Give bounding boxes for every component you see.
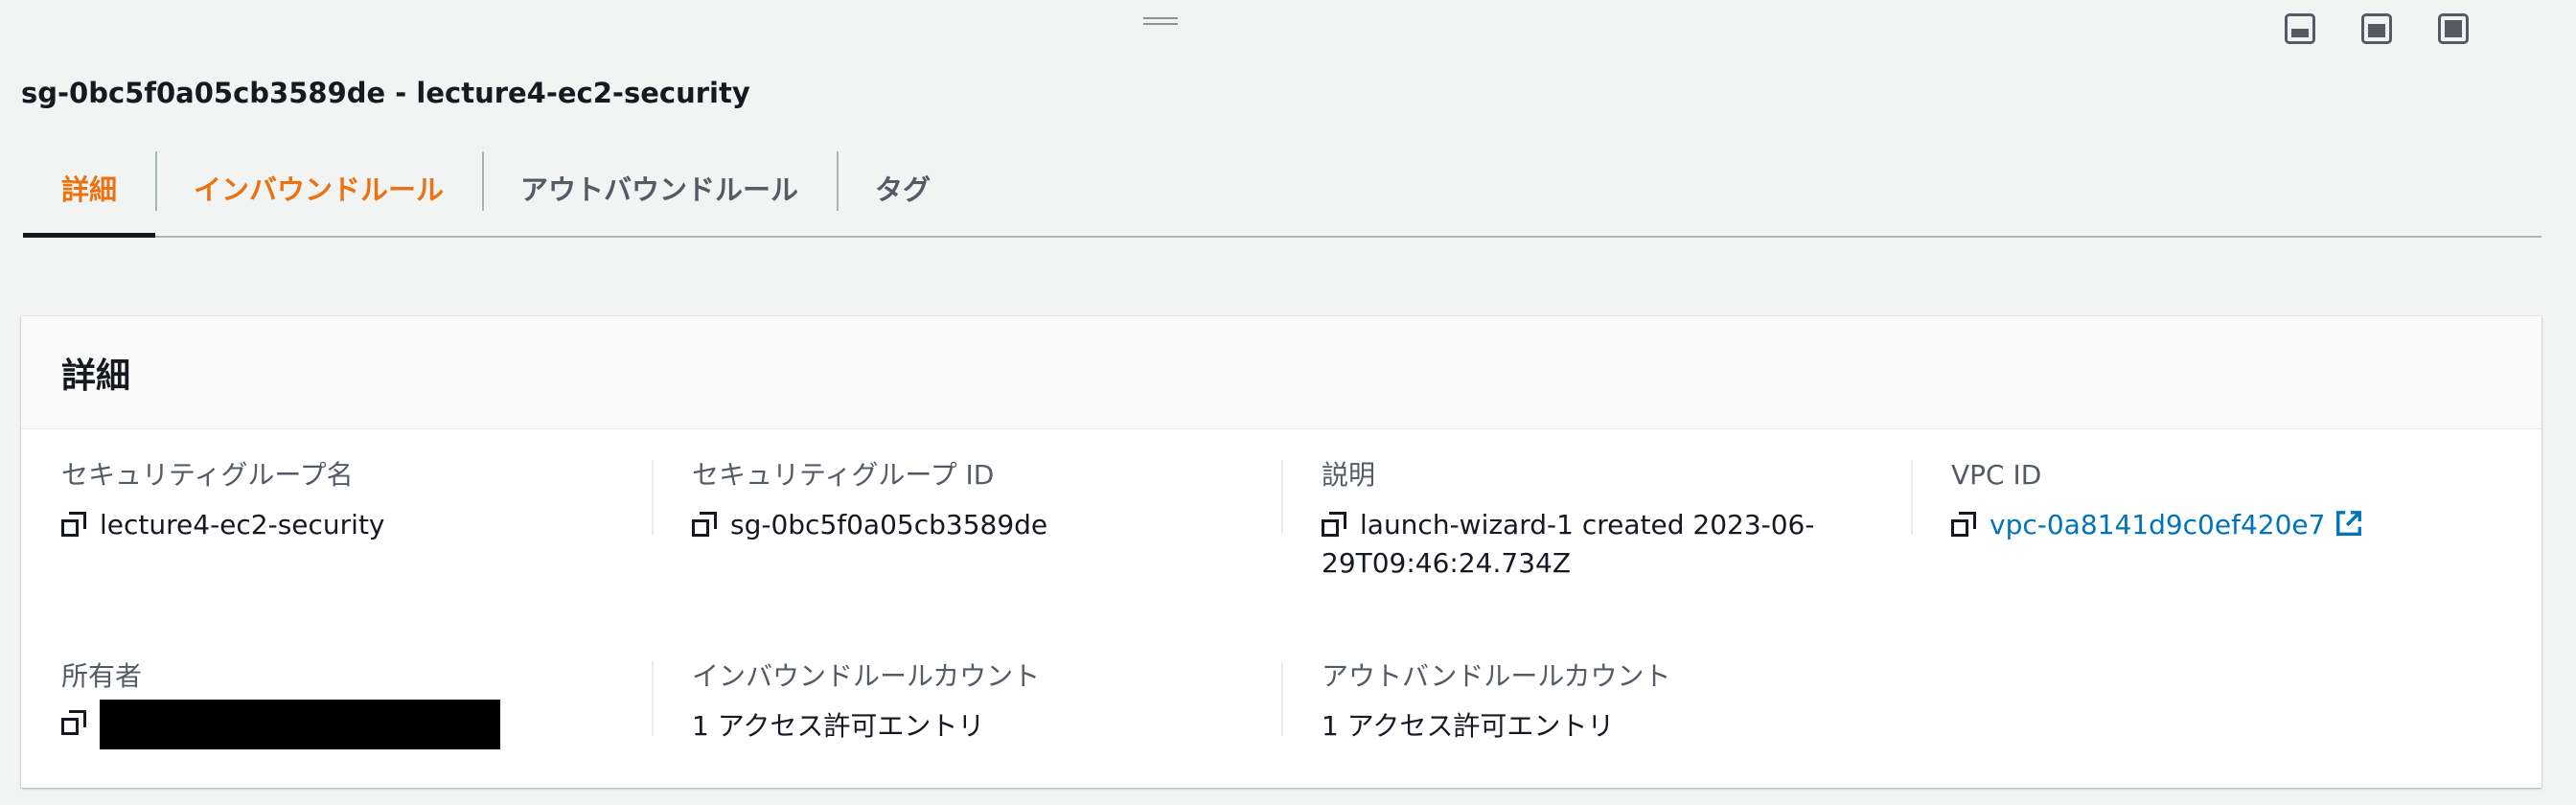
panel-controls [2285,13,2469,44]
description-value-line1: launch-wizard-1 created 2023-06- [1360,509,1815,540]
tab-inbound-rules[interactable]: インバウンドルール [155,140,482,236]
panel-full-icon[interactable] [2438,13,2469,44]
tab-details[interactable]: 詳細 [23,140,156,238]
tab-tags[interactable]: タグ [837,140,969,236]
details-card: 詳細 セキュリティグループ名 lecture4-ec2-security セキュ… [21,316,2542,788]
field-description: 説明 launch-wizard-1 created 2023-06- 29T09… [1322,458,1916,583]
field-label: セキュリティグループ ID [692,459,995,491]
copy-icon[interactable] [692,512,717,537]
copy-icon[interactable] [1951,512,1976,537]
field-value [61,700,656,749]
security-group-id-value: sg-0bc5f0a05cb3589de [730,509,1048,540]
page-title: sg-0bc5f0a05cb3589de - lecture4-ec2-secu… [21,77,750,109]
field-label: アウトバンドルールカウント [1322,660,1671,692]
tab-bar: 詳細 インバウンドルール アウトバウンドルール タグ [23,140,2542,238]
field-label: インバウンドルールカウント [692,660,1041,692]
copy-icon[interactable] [1322,512,1346,537]
field-inbound-rule-count: インバウンドルールカウント 1 アクセス許可エントリ [692,659,1286,746]
field-label: セキュリティグループ名 [61,459,354,491]
panel-middle-icon[interactable] [2361,13,2392,44]
details-card-header: 詳細 [21,316,2542,429]
description-value-line2: 29T09:46:24.734Z [1322,547,1572,579]
field-label: VPC ID [1951,459,2042,491]
security-group-name-value: lecture4-ec2-security [100,509,385,540]
field-owner: 所有者 [61,659,656,749]
inbound-rule-count-value: 1 アクセス許可エントリ [692,710,985,742]
field-value: sg-0bc5f0a05cb3589de [692,506,1286,544]
tab-outbound-rules[interactable]: アウトバウンドルール [482,140,837,236]
panel-resize-handle[interactable] [1143,17,1178,27]
field-security-group-name: セキュリティグループ名 lecture4-ec2-security [61,458,656,544]
vpc-id-link[interactable]: vpc-0a8141d9c0ef420e7 [1990,509,2325,540]
field-security-group-id: セキュリティグループ ID sg-0bc5f0a05cb3589de [692,458,1286,544]
field-label: 所有者 [61,660,143,692]
owner-redacted-value [100,700,500,749]
field-outbound-rule-count: アウトバンドルールカウント 1 アクセス許可エントリ [1322,659,1916,746]
details-card-title: 詳細 [61,356,131,396]
panel-bottom-icon[interactable] [2285,13,2315,44]
field-vpc-id: VPC ID vpc-0a8141d9c0ef420e7 [1951,458,2545,544]
field-label: 説明 [1322,459,1376,491]
field-value: vpc-0a8141d9c0ef420e7 [1951,506,2545,544]
external-link-icon[interactable] [2334,509,2363,538]
copy-icon[interactable] [61,512,86,537]
field-value: launch-wizard-1 created 2023-06- 29T09:46… [1322,506,1916,583]
field-value: lecture4-ec2-security [61,506,656,544]
copy-icon[interactable] [61,710,86,735]
outbound-rule-count-value: 1 アクセス許可エントリ [1322,710,1615,742]
